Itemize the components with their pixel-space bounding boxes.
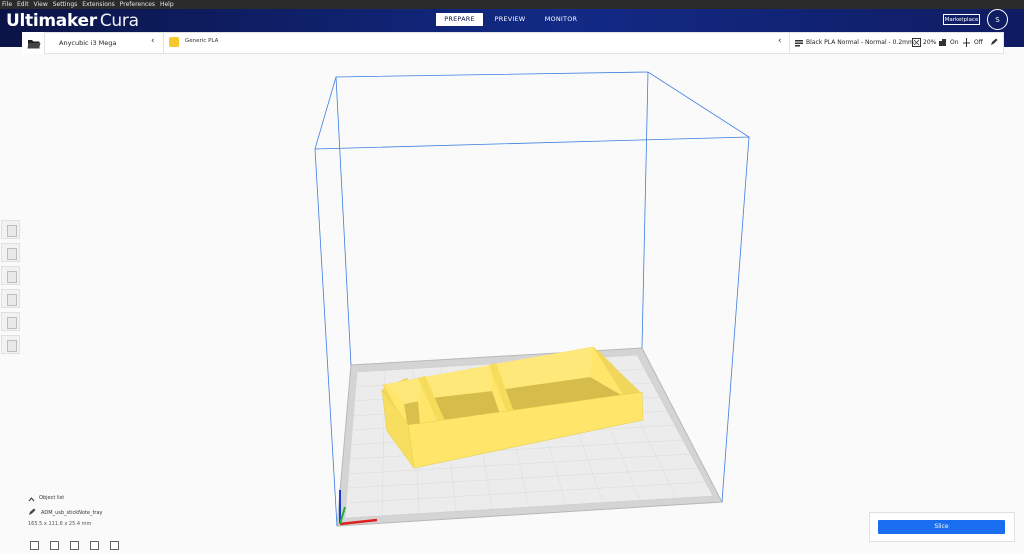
- tool-strip: [1, 220, 21, 356]
- menu-help[interactable]: Help: [160, 1, 174, 8]
- pencil-icon: [29, 508, 36, 515]
- material-badge-icon: [169, 37, 179, 47]
- right-view-icon[interactable]: [110, 541, 120, 550]
- 3d-view-icon[interactable]: [30, 541, 39, 550]
- menu-settings[interactable]: Settings: [53, 1, 78, 8]
- front-view-icon[interactable]: [50, 541, 60, 550]
- tab-monitor[interactable]: MONITOR: [537, 13, 585, 26]
- move-tool-icon[interactable]: [1, 220, 20, 239]
- support-icon: [939, 39, 946, 46]
- adhesion-icon: [963, 38, 970, 47]
- menu-edit[interactable]: Edit: [17, 1, 29, 8]
- object-dimensions: 165.5 x 111.6 x 25.4 mm: [28, 521, 92, 527]
- support-value[interactable]: On: [950, 39, 959, 46]
- adhesion-value[interactable]: Off: [974, 39, 983, 46]
- top-view-icon[interactable]: [70, 541, 80, 550]
- logo-bold: Ultimaker: [6, 11, 97, 31]
- divider: [163, 32, 164, 54]
- tab-preview[interactable]: PREVIEW: [487, 13, 533, 26]
- material-label[interactable]: Generic PLA: [185, 38, 218, 44]
- build-plate-viewport[interactable]: [0, 54, 1024, 550]
- chevron-left-icon[interactable]: ‹: [778, 36, 782, 46]
- per-model-settings-icon[interactable]: [1, 312, 20, 331]
- marketplace-button[interactable]: Marketplace: [943, 14, 980, 25]
- object-filename[interactable]: ADM_usb_stickNote_tray: [41, 510, 103, 516]
- menu-bar: File Edit View Settings Extensions Prefe…: [0, 0, 1024, 9]
- menu-view[interactable]: View: [34, 1, 48, 8]
- profile-icon: [795, 40, 803, 47]
- logo-light: Cura: [99, 11, 139, 31]
- scale-tool-icon[interactable]: [1, 243, 20, 262]
- mirror-tool-icon[interactable]: [1, 289, 20, 308]
- open-file-button[interactable]: [22, 32, 45, 54]
- slice-button[interactable]: Slice: [878, 520, 1005, 534]
- chevron-up-icon[interactable]: [28, 496, 35, 502]
- menu-preferences[interactable]: Preferences: [120, 1, 155, 8]
- chevron-left-icon[interactable]: ‹: [151, 36, 155, 46]
- app-logo: Ultimaker Cura: [6, 11, 139, 31]
- print-profile[interactable]: Black PLA Normal - Normal - 0.2mm: [806, 39, 914, 46]
- folder-icon: [27, 40, 41, 49]
- tab-prepare[interactable]: PREPARE: [436, 13, 483, 26]
- infill-value[interactable]: 20%: [923, 39, 936, 46]
- view-orientation-buttons: [30, 535, 125, 554]
- menu-file[interactable]: File: [2, 1, 12, 8]
- object-list-toggle[interactable]: Object list: [39, 495, 64, 501]
- infill-icon: [912, 38, 921, 47]
- menu-extensions[interactable]: Extensions: [82, 1, 115, 8]
- user-avatar[interactable]: S: [987, 9, 1008, 30]
- divider: [789, 32, 790, 54]
- rotate-tool-icon[interactable]: [1, 266, 20, 285]
- left-view-icon[interactable]: [90, 541, 100, 550]
- support-blocker-icon[interactable]: [1, 335, 20, 354]
- printer-selector[interactable]: Anycubic i3 Mega: [59, 39, 116, 47]
- pencil-icon[interactable]: [990, 38, 998, 46]
